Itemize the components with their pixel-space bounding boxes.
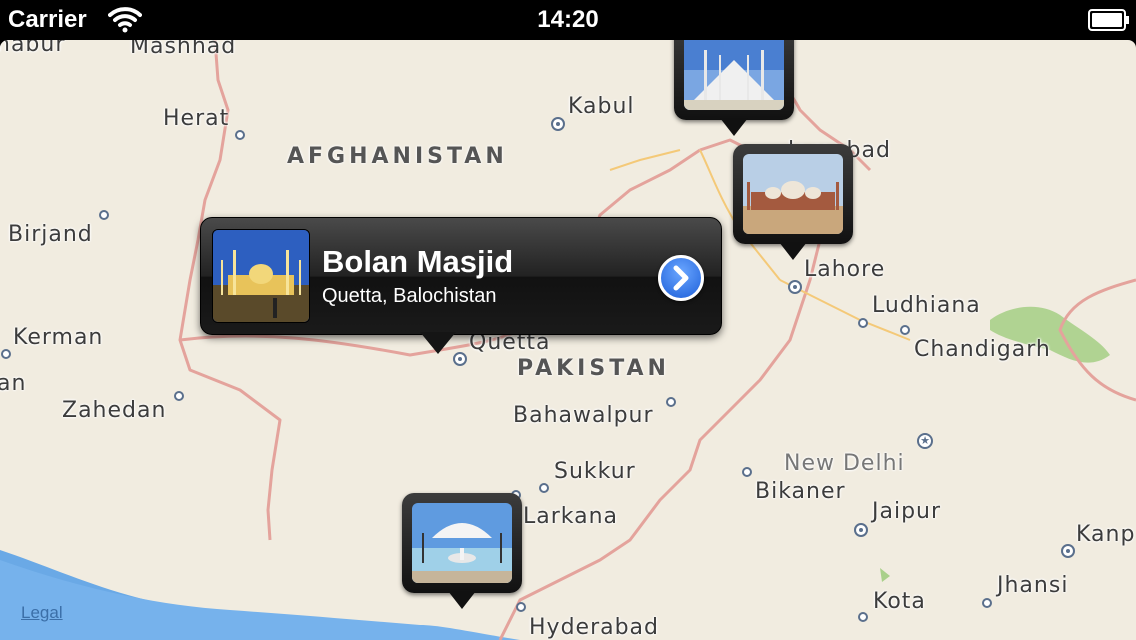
city-marker-zahedan[interactable] xyxy=(174,391,184,401)
city-marker-lahore[interactable] xyxy=(788,280,802,294)
city-label-herat: Herat xyxy=(163,106,230,131)
country-label-afghanistan: AFGHANISTAN xyxy=(287,144,508,169)
city-label-nabur: nabur xyxy=(0,40,66,57)
annotation-callout[interactable]: Bolan Masjid Quetta, Balochistan xyxy=(200,217,722,335)
city-marker-birjand[interactable] xyxy=(99,210,109,220)
map-view[interactable]: AFGHANISTAN PAKISTAN nabur Mashhad Herat… xyxy=(0,40,1136,640)
city-label-hyderabad: Hyderabad xyxy=(529,615,659,640)
city-label-mashhad: Mashhad xyxy=(130,40,237,59)
city-marker-ludhiana[interactable] xyxy=(858,318,868,328)
city-marker-jaipur[interactable] xyxy=(854,523,868,537)
city-label-new-delhi: New Delhi xyxy=(784,451,905,476)
callout-pointer xyxy=(420,332,456,354)
city-marker-chandigarh[interactable] xyxy=(900,325,910,335)
city-label-zahedan: Zahedan xyxy=(62,398,167,423)
chevron-right-icon[interactable] xyxy=(658,255,704,301)
city-marker-quetta[interactable] xyxy=(453,352,467,366)
city-label-jhansi: Jhansi xyxy=(997,573,1069,598)
clock: 14:20 xyxy=(537,6,599,33)
city-label-jaipur: Jaipur xyxy=(872,499,942,524)
pin-photo-mazar-e-quaid xyxy=(412,503,512,583)
city-label-an: an xyxy=(0,371,27,396)
pin-photo-badshahi-mosque xyxy=(743,154,843,234)
city-label-bahawalpur: Bahawalpur xyxy=(513,403,654,428)
city-label-kota: Kota xyxy=(873,589,926,614)
photo-pin-badshahi-mosque[interactable] xyxy=(733,144,853,262)
city-marker-bikaner[interactable] xyxy=(742,467,752,477)
callout-title: Bolan Masjid xyxy=(322,244,514,279)
city-marker-jhansi[interactable] xyxy=(982,598,992,608)
city-label-kerman: Kerman xyxy=(13,325,104,350)
city-marker-sukkur[interactable] xyxy=(539,483,549,493)
callout-subtitle: Quetta, Balochistan xyxy=(322,285,497,307)
city-label-chandigarh: Chandigarh xyxy=(914,337,1051,362)
pin-photo-faisal-mosque xyxy=(684,40,784,110)
battery-icon xyxy=(1088,9,1129,31)
legal-link[interactable]: Legal xyxy=(21,603,63,623)
city-label-ludhiana: Ludhiana xyxy=(872,293,981,318)
capital-marker-kabul[interactable] xyxy=(551,117,565,131)
city-marker-kerman[interactable] xyxy=(1,349,11,359)
city-label-kabul: Kabul xyxy=(568,94,635,119)
photo-pin-faisal-mosque[interactable] xyxy=(674,40,794,138)
city-marker-bahawalpur[interactable] xyxy=(666,397,676,407)
city-label-kanpur: Kanp xyxy=(1076,522,1136,547)
city-label-bikaner: Bikaner xyxy=(755,479,846,504)
country-label-pakistan: PAKISTAN xyxy=(517,356,670,381)
city-marker-herat[interactable] xyxy=(235,130,245,140)
city-label-larkana: Larkana xyxy=(523,504,619,529)
city-label-sukkur: Sukkur xyxy=(554,459,636,484)
city-marker-kota[interactable] xyxy=(858,612,868,622)
status-bar: Carrier 14:20 xyxy=(0,0,1136,40)
callout-thumbnail xyxy=(212,229,310,323)
city-label-birjand: Birjand xyxy=(8,222,93,247)
capital-marker-new-delhi[interactable]: ★ xyxy=(917,433,933,449)
photo-pin-mazar-e-quaid[interactable] xyxy=(402,493,522,611)
city-marker-kanpur[interactable] xyxy=(1061,544,1075,558)
